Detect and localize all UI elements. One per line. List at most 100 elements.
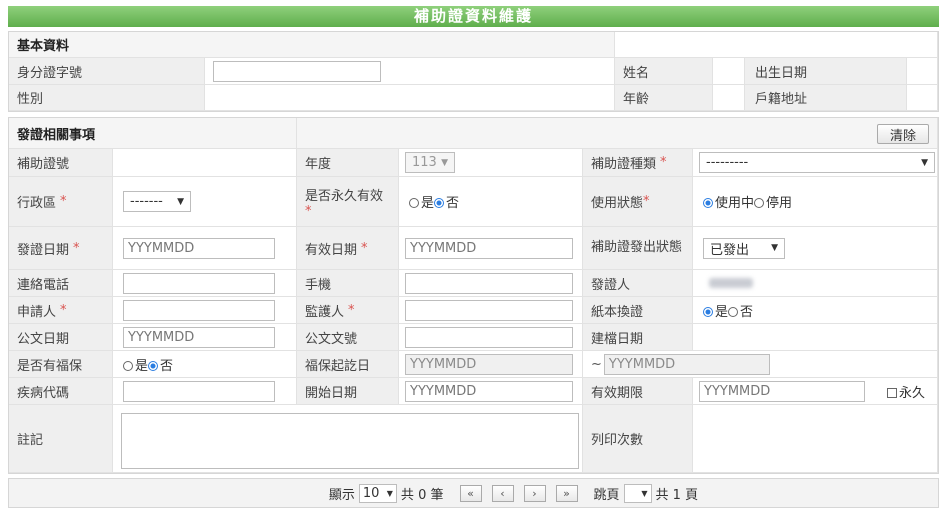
pager-show-label: 顯示	[328, 487, 355, 503]
start-date-input[interactable]: YYYMMDD	[405, 380, 573, 402]
page-size-select[interactable]: 10 ▼	[358, 483, 397, 503]
clear-button[interactable]: 清除	[877, 124, 929, 144]
year-select[interactable]: 113 ▼	[405, 152, 455, 173]
age-value	[713, 85, 745, 111]
id-number-label: 身分證字號	[9, 58, 205, 85]
welfare-label: 是否有福保	[9, 351, 113, 378]
issuer-label: 發證人	[583, 270, 693, 297]
paper-no-radio[interactable]: 否	[728, 301, 753, 320]
valid-date-input[interactable]: YYYMMDD	[405, 237, 573, 259]
applicant-label: 申請人 *	[9, 297, 113, 324]
mobile-cell	[399, 270, 583, 297]
cert-type-cell: --------- ▼	[693, 149, 938, 177]
issuer-value	[693, 270, 938, 297]
permanent-no-radio[interactable]: 否	[434, 192, 459, 211]
paper-yes-radio[interactable]: 是	[703, 301, 728, 320]
doc-no-label: 公文文號	[297, 324, 399, 351]
use-status-cell: 使用中 停用	[693, 177, 938, 227]
doc-date-input[interactable]: YYYMMDD	[123, 326, 275, 348]
welfare-end-input[interactable]: YYYMMDD	[603, 353, 770, 375]
phone-input[interactable]	[123, 272, 275, 294]
doc-no-input[interactable]	[405, 326, 573, 348]
total-records: 共 0 筆	[400, 487, 444, 503]
permanent-label: 是否永久有效 *	[297, 177, 399, 227]
stopped-radio[interactable]: 停用	[754, 192, 792, 211]
next-page-button[interactable]: ›	[523, 484, 546, 502]
start-date-cell: YYYMMDD	[399, 378, 583, 405]
pager-bar: 顯示 10 ▼ 共 0 筆 « ‹ › » 跳頁 ▼ 共 1 頁	[8, 478, 939, 508]
doc-no-cell	[399, 324, 583, 351]
doc-date-cell: YYYMMDD	[113, 324, 297, 351]
permanent-checkbox[interactable]: 永久	[887, 382, 925, 401]
chevron-down-icon: ▼	[921, 157, 928, 168]
first-page-button[interactable]: «	[459, 484, 482, 502]
phone-label: 連絡電話	[9, 270, 113, 297]
gender-value	[205, 85, 615, 111]
issued-state-select[interactable]: 已發出 ▼	[703, 237, 785, 259]
basic-info-panel: 基本資料 身分證字號 姓名 出生日期 性別 年齡 戶籍地址	[8, 31, 939, 112]
disease-code-cell	[113, 378, 297, 405]
id-number-cell	[205, 58, 615, 85]
issue-date-cell: YYYMMDD	[113, 227, 297, 270]
welfare-cell: 是 否	[113, 351, 297, 378]
valid-period-cell: YYYMMDD 永久	[693, 378, 938, 405]
issue-panel: 發證相關事項 清除 補助證號 年度 113 ▼ 補助證種類 * --------- ▼…	[8, 117, 939, 474]
issue-date-input[interactable]: YYYMMDD	[123, 237, 275, 259]
note-label: 註記	[9, 405, 113, 473]
guardian-label: 監護人 *	[297, 297, 399, 324]
disease-code-label: 疾病代碼	[9, 378, 113, 405]
basic-section-title-right	[615, 32, 938, 58]
welfare-end-cell: ~ YYYMMDD	[583, 351, 938, 378]
id-number-input[interactable]	[213, 60, 381, 82]
prev-page-button[interactable]: ‹	[491, 484, 514, 502]
chevron-down-icon: ▼	[641, 488, 648, 498]
cert-type-value: ---------	[706, 155, 749, 170]
issuer-redacted	[709, 278, 753, 288]
valid-period-input[interactable]: YYYMMDD	[699, 380, 865, 402]
district-select[interactable]: ------- ▼	[123, 191, 191, 212]
permanent-cell: 是 否	[399, 177, 583, 227]
welfare-yes-radio[interactable]: 是	[123, 355, 148, 374]
page-title: 補助證資料維護	[8, 6, 939, 27]
tilde-separator: ~	[591, 356, 602, 372]
year-label: 年度	[297, 149, 399, 177]
cert-type-select[interactable]: --------- ▼	[699, 152, 935, 173]
page-size-value: 10	[362, 485, 380, 501]
issued-state-label: 補助證發出狀態	[583, 227, 693, 270]
cert-no-value	[113, 149, 297, 177]
print-count-value	[693, 405, 938, 473]
chevron-down-icon: ▼	[177, 196, 184, 207]
mobile-input[interactable]	[405, 272, 573, 294]
gender-label: 性別	[9, 85, 205, 111]
note-textarea[interactable]	[121, 413, 579, 469]
doc-date-label: 公文日期	[9, 324, 113, 351]
basic-section-title: 基本資料	[9, 32, 615, 58]
mobile-label: 手機	[297, 270, 399, 297]
issued-state-cell: 已發出 ▼	[693, 227, 938, 270]
welfare-no-radio[interactable]: 否	[148, 355, 173, 374]
birth-date-value	[907, 58, 938, 85]
applicant-cell	[113, 297, 297, 324]
age-label: 年齡	[615, 85, 713, 111]
last-page-button[interactable]: »	[555, 484, 578, 502]
birth-date-label: 出生日期	[745, 58, 907, 85]
valid-date-label: 有效日期 *	[297, 227, 399, 270]
disease-code-input[interactable]	[123, 380, 275, 402]
created-date-label: 建檔日期	[583, 324, 693, 351]
valid-date-cell: YYYMMDD	[399, 227, 583, 270]
name-value	[713, 58, 745, 85]
chevron-down-icon: ▼	[441, 157, 448, 168]
cert-no-label: 補助證號	[9, 149, 113, 177]
address-label: 戶籍地址	[745, 85, 907, 111]
district-value: -------	[130, 194, 163, 209]
valid-period-label: 有效期限	[583, 378, 693, 405]
permanent-yes-radio[interactable]: 是	[409, 192, 434, 211]
phone-cell	[113, 270, 297, 297]
jump-page-select[interactable]: ▼	[623, 483, 652, 503]
in-use-radio[interactable]: 使用中	[703, 192, 754, 211]
year-cell: 113 ▼	[399, 149, 583, 177]
applicant-input[interactable]	[123, 299, 275, 321]
welfare-start-input[interactable]: YYYMMDD	[405, 353, 573, 375]
guardian-input[interactable]	[405, 299, 573, 321]
created-date-value	[693, 324, 938, 351]
